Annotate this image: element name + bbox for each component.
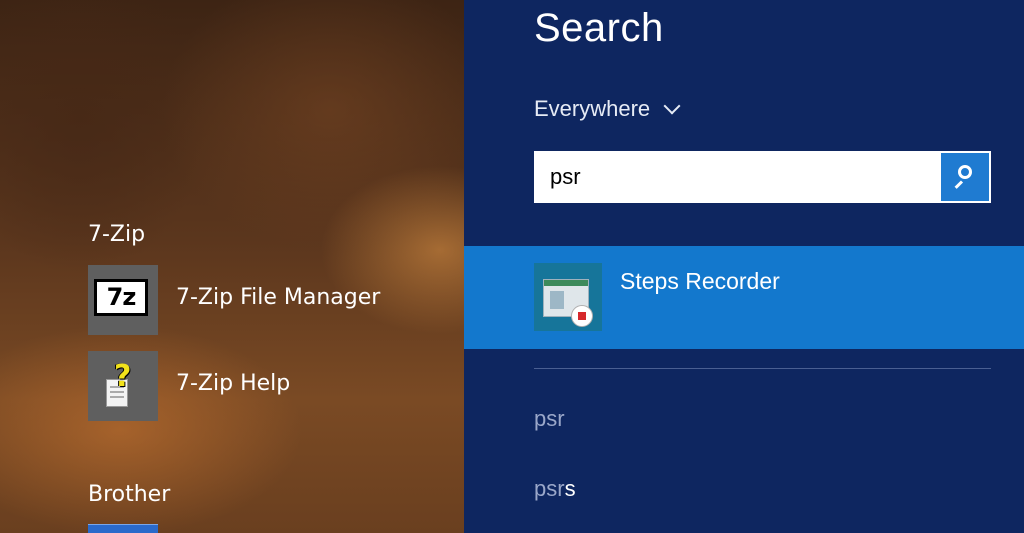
help-document-icon: ?: [88, 351, 158, 421]
group-header-brother: Brother: [88, 482, 171, 507]
search-pane: Search Everywhere Steps Recorder psr psr…: [464, 0, 1024, 533]
search-result-steps-recorder[interactable]: Steps Recorder: [464, 246, 1024, 349]
search-suggestion[interactable]: psr: [534, 406, 565, 432]
suggestion-typed-text: psr: [534, 406, 565, 431]
group-header-7zip: 7-Zip: [88, 222, 146, 247]
7zip-file-manager-icon: 7z: [88, 265, 158, 335]
7zip-logo: 7z: [94, 279, 148, 316]
results-divider: [534, 368, 991, 369]
suggestion-completion-text: s: [564, 476, 576, 501]
app-name: 7-Zip File Manager: [176, 285, 381, 310]
search-scope-dropdown[interactable]: Everywhere: [534, 94, 681, 124]
search-scope-label: Everywhere: [534, 96, 651, 121]
apps-view: 7-Zip 7z 7-Zip File Manager ? 7-Zip Help…: [0, 0, 464, 533]
app-7zip-help[interactable]: ? 7-Zip Help: [88, 351, 418, 421]
app-name: 7-Zip Help: [176, 371, 291, 396]
search-title: Search: [534, 6, 664, 50]
steps-recorder-icon: [534, 263, 602, 331]
suggestion-typed-text: psr: [534, 476, 565, 501]
chevron-down-icon: [663, 97, 681, 115]
search-result-label: Steps Recorder: [620, 268, 780, 294]
search-input[interactable]: [534, 151, 939, 203]
app-7zip-file-manager[interactable]: 7z 7-Zip File Manager: [88, 265, 418, 335]
search-button[interactable]: [941, 153, 989, 201]
brother-app-icon[interactable]: [88, 524, 158, 533]
search-box: [534, 151, 991, 203]
search-suggestion[interactable]: psrs: [534, 476, 576, 502]
